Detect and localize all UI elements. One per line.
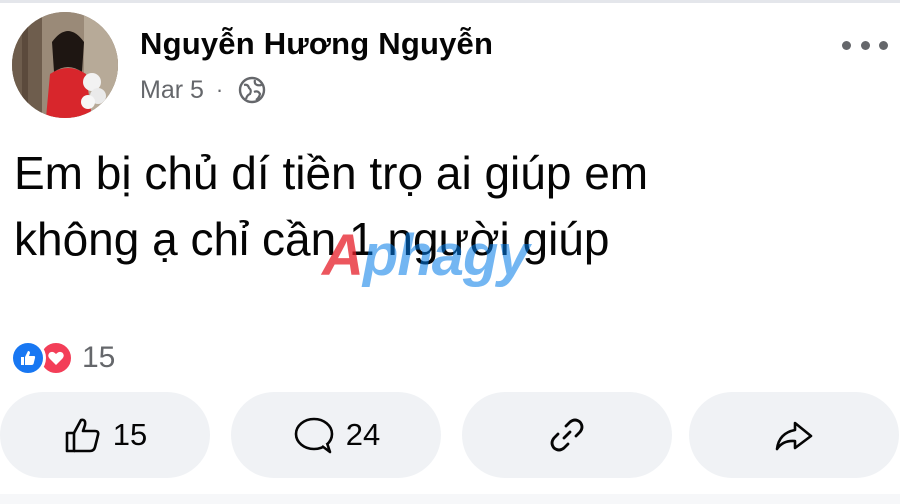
action-bar: 15 24	[0, 392, 900, 478]
author-name[interactable]: Nguyễn Hương Nguyễn	[140, 26, 493, 62]
comment-count: 24	[345, 417, 381, 452]
comment-button[interactable]: 24	[231, 392, 441, 478]
share-button[interactable]	[689, 392, 899, 478]
like-count: 15	[112, 417, 148, 452]
meta-separator: ·	[215, 77, 224, 102]
post-meta: Mar 5 ·	[140, 75, 267, 105]
reactions-summary[interactable]: 15	[10, 340, 115, 376]
link-icon	[547, 415, 587, 455]
post-text-line: Em bị chủ dí tiền trọ ai giúp em	[14, 147, 649, 199]
top-divider	[0, 0, 900, 3]
dot-icon	[879, 40, 888, 50]
comment-icon	[292, 415, 336, 455]
bottom-edge	[0, 494, 900, 504]
like-reaction-icon	[10, 340, 46, 376]
globe-icon	[237, 75, 267, 105]
reaction-count: 15	[82, 341, 116, 374]
thumbs-up-icon	[63, 415, 103, 455]
copy-link-button[interactable]	[462, 392, 672, 478]
post-date[interactable]: Mar 5	[140, 76, 204, 105]
like-button[interactable]: 15	[0, 392, 210, 478]
share-icon	[773, 415, 815, 455]
post-text-line: không ạ chỉ cần 1 người giúp	[14, 213, 610, 265]
more-options-button[interactable]	[842, 32, 888, 58]
dot-icon	[860, 40, 870, 50]
dot-icon	[842, 40, 851, 50]
avatar[interactable]	[12, 12, 118, 118]
post-text: Em bị chủ dí tiền trọ ai giúp em không ạ…	[14, 140, 874, 272]
